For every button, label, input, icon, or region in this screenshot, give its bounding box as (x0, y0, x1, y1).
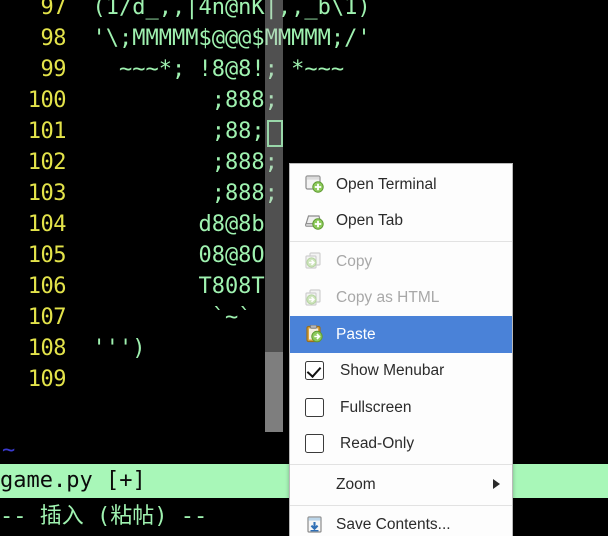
screen: 97 (1/d_,,|4n@nK|,,_b\1) 98 '\;MMMMM$@@@$… (0, 0, 608, 536)
menu-item-open-terminal[interactable]: Open Terminal (290, 166, 512, 203)
line-text: d8@8b (66, 212, 265, 237)
checkbox-unchecked-icon[interactable] (305, 434, 324, 454)
line-text: T808T (66, 274, 265, 299)
tab-add-icon (299, 210, 330, 232)
context-menu[interactable]: Open Terminal Open Tab Copy Copy as HTML Pas… (289, 163, 513, 536)
menu-separator (290, 241, 512, 242)
line-text: `~` (66, 305, 252, 330)
line-number: 109 (27, 367, 67, 392)
line-number: 101 (27, 119, 67, 144)
menu-item-label: Open Tab (336, 212, 403, 229)
line-number: 105 (27, 243, 67, 268)
line-number: 108 (27, 336, 67, 361)
line-text: ;888; (66, 88, 278, 113)
line-text: ;888; (66, 150, 278, 175)
terminal-add-icon (299, 173, 330, 195)
menu-item-save-contents[interactable]: Save Contents... (290, 507, 512, 536)
line-number: 102 (27, 150, 67, 175)
menu-item-open-tab[interactable]: Open Tab (290, 203, 512, 240)
menu-item-label: Copy (336, 252, 373, 270)
menu-item-label: Paste (336, 325, 376, 343)
menu-separator (290, 504, 512, 506)
menu-item-copy: Copy (290, 243, 512, 280)
line-number: 104 (27, 212, 67, 237)
line-number: 98 (40, 26, 67, 51)
menu-item-label: Read-Only (340, 435, 415, 452)
line-number: 106 (27, 274, 67, 299)
save-icon (299, 514, 330, 536)
line-number: 99 (40, 57, 67, 82)
editor-line: 101 ;88; (0, 116, 608, 147)
line-text: (1/d_,,|4n@nK|,,_b\1) (66, 0, 371, 20)
line-text: ;88; (66, 119, 265, 144)
line-text: '\;MMMMM$@@@$MMMMM;/' (66, 26, 371, 51)
terminal-scrollbar-thumb[interactable] (265, 352, 283, 432)
empty-line-marker: ~ (2, 438, 16, 463)
editor-line: 97 (1/d_,,|4n@nK|,,_b\1) (0, 0, 608, 23)
menu-item-label: Show Menubar (340, 362, 445, 379)
menu-item-read-only[interactable]: Read-Only (290, 426, 512, 463)
line-text: ;888; (66, 181, 278, 206)
line-text: ''') (66, 336, 146, 361)
checkbox-unchecked (299, 433, 330, 455)
menu-item-copy-as-html: Copy as HTML (290, 280, 512, 317)
line-text: 08@8O (66, 243, 265, 268)
line-number: 97 (40, 0, 67, 20)
line-number: 100 (27, 88, 67, 113)
checkbox-checked-icon[interactable] (305, 361, 324, 381)
menu-item-label: Zoom (336, 475, 376, 493)
submenu-arrow-icon (493, 479, 500, 490)
menu-item-label: Fullscreen (340, 398, 412, 416)
checkbox-checked (299, 360, 330, 382)
menu-item-paste[interactable]: Paste (290, 316, 512, 353)
editor-line: 98 '\;MMMMM$@@@$MMMMM;/' (0, 23, 608, 54)
menu-item-label: Copy as HTML (336, 289, 440, 306)
menu-item-show-menubar[interactable]: Show Menubar (290, 353, 512, 390)
line-number: 107 (27, 305, 67, 330)
menu-separator (290, 464, 512, 465)
menu-item-label: Open Terminal (336, 175, 437, 193)
checkbox-unchecked (299, 396, 330, 418)
menu-item-fullscreen[interactable]: Fullscreen (290, 389, 512, 426)
line-text: ~~~*; !8@8!; *~~~ (66, 57, 345, 82)
checkbox-unchecked-icon[interactable] (305, 397, 324, 417)
copy-html-icon (299, 287, 330, 309)
editor-line: 100 ;888; (0, 85, 608, 116)
editor-line: 99 ~~~*; !8@8!; *~~~ (0, 54, 608, 85)
paste-icon (299, 323, 330, 345)
menu-item-label: Save Contents... (336, 516, 451, 533)
line-number: 103 (27, 181, 67, 206)
copy-icon (299, 250, 330, 272)
menu-item-zoom[interactable]: Zoom (290, 466, 512, 503)
